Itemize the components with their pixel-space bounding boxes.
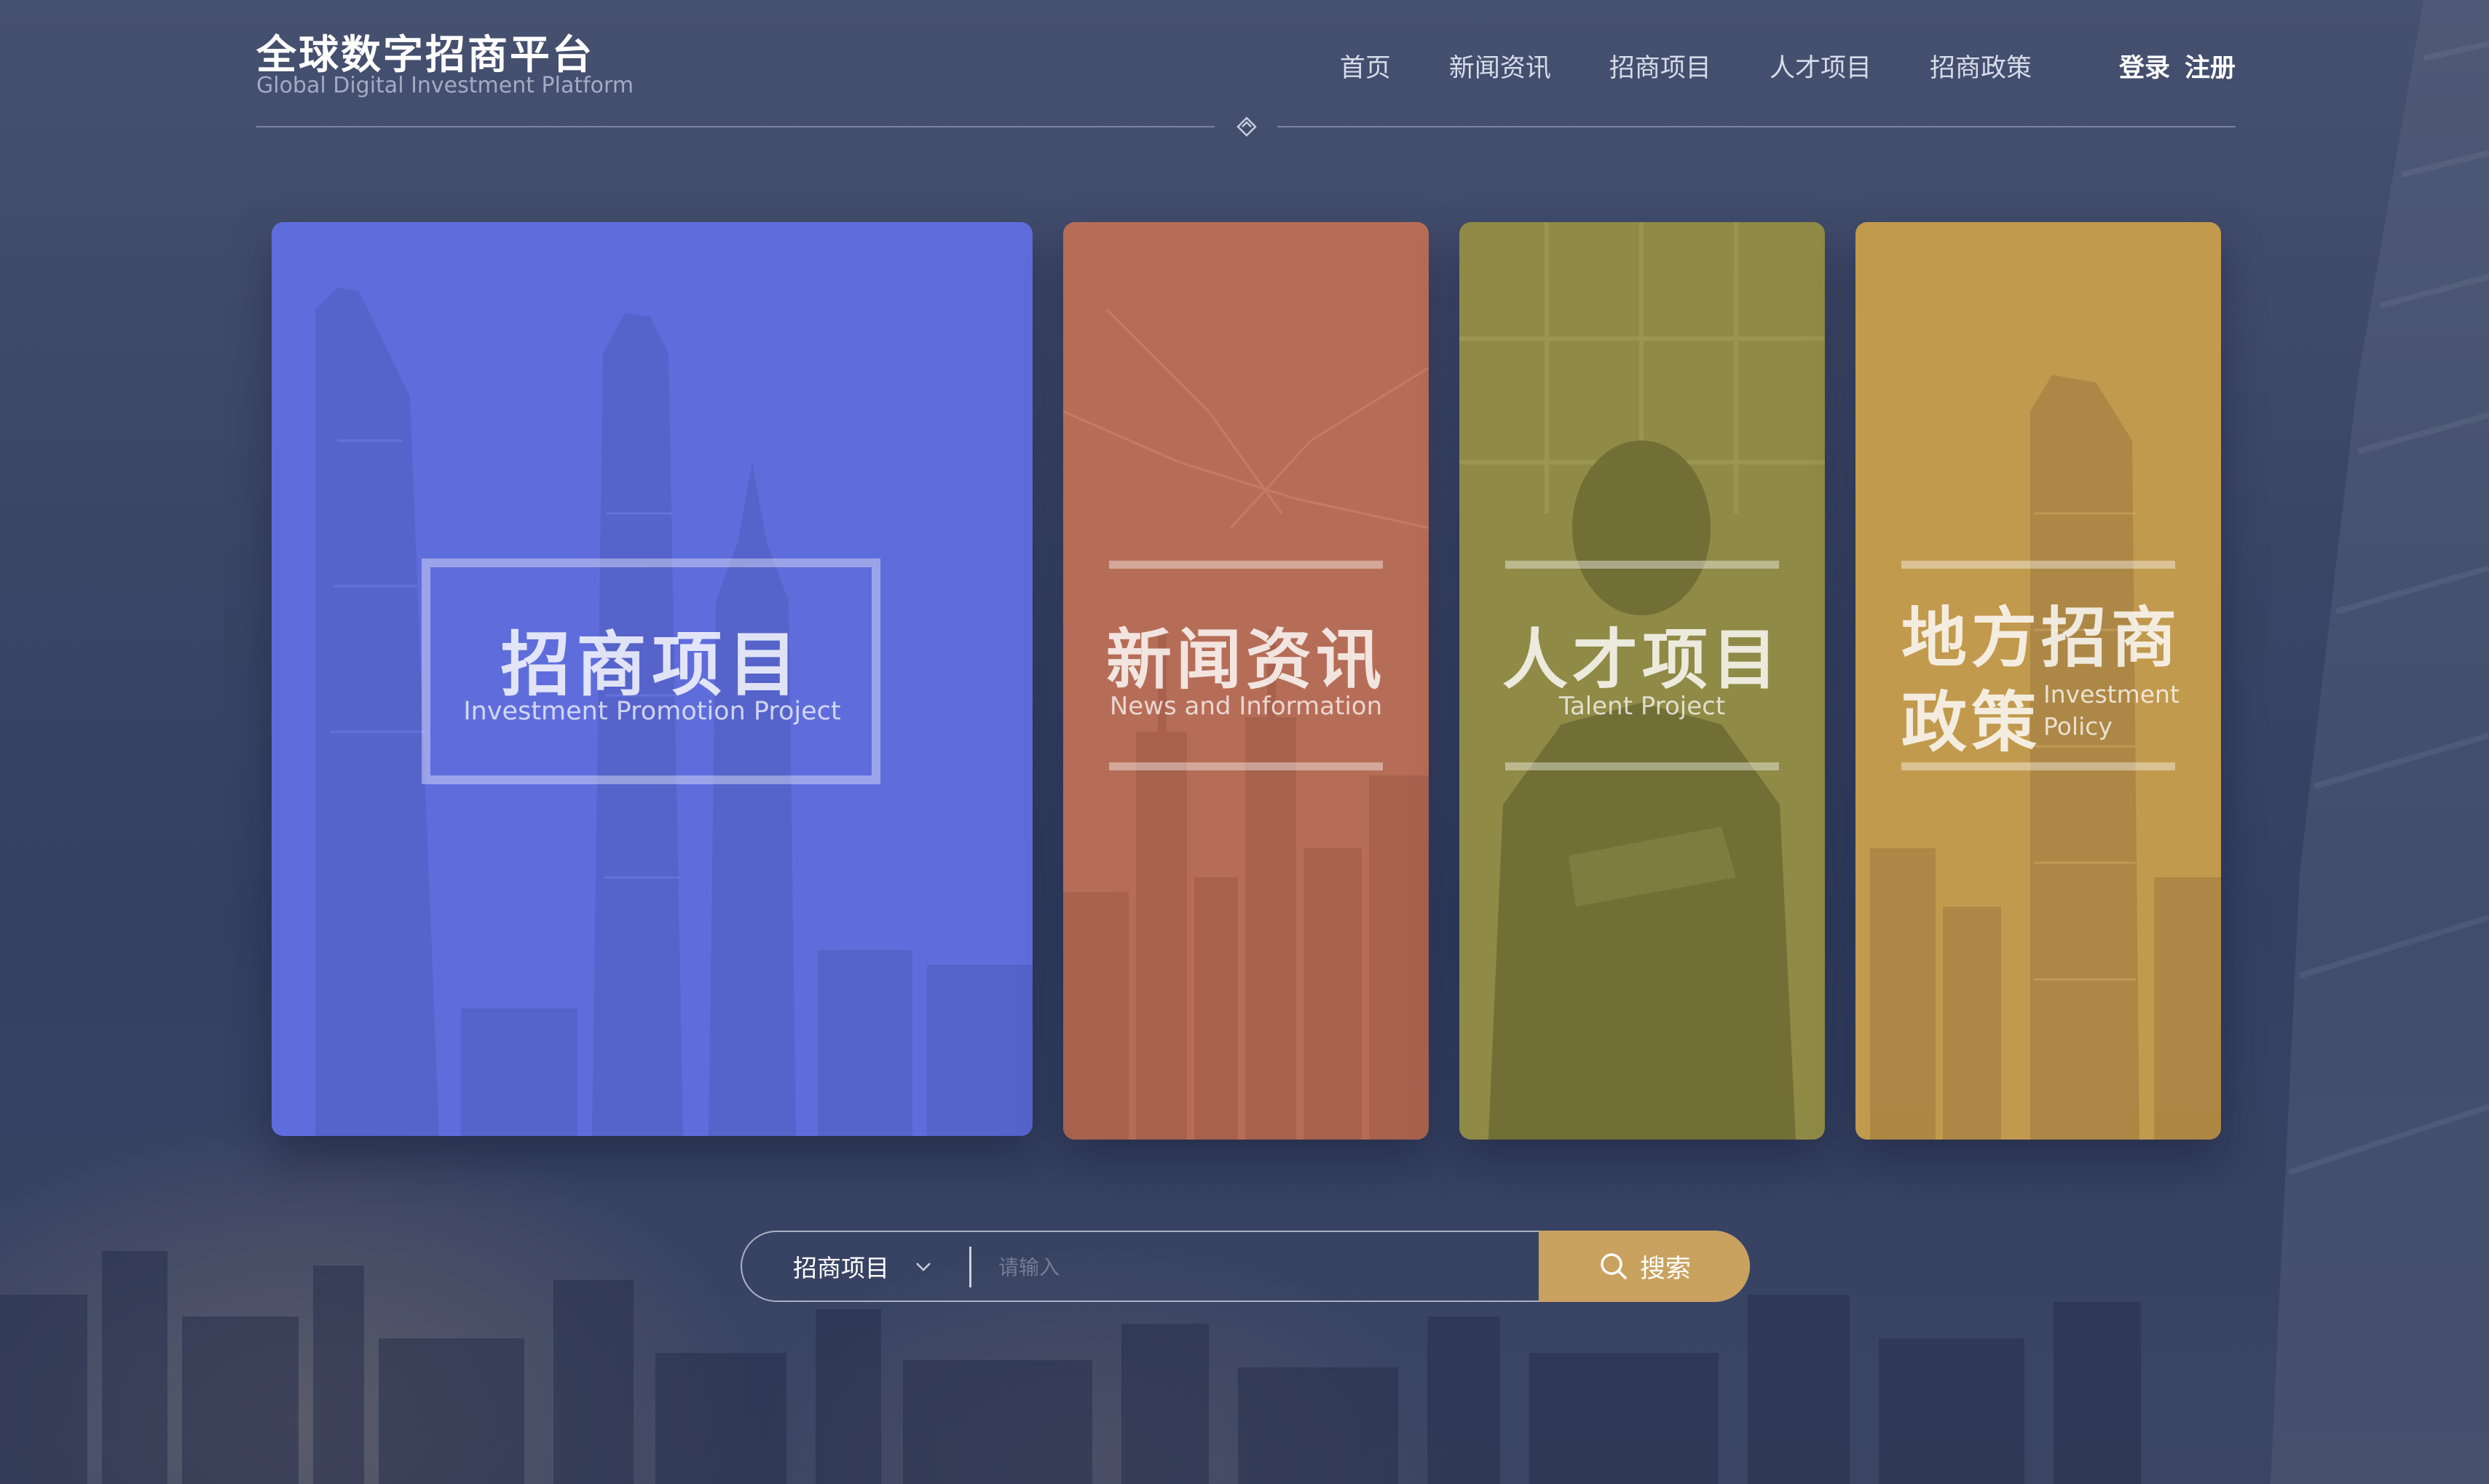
search-category-select[interactable]: 招商项目: [793, 1232, 936, 1301]
divider-bar-top: [1109, 561, 1383, 569]
card-subtitle: News and Information: [1109, 692, 1383, 721]
diamond-icon: [1236, 117, 1257, 137]
card-subtitle: Investment Promotion Project: [463, 697, 841, 726]
search-bar: 招商项目 搜索: [741, 1231, 1750, 1302]
search-button-label: 搜索: [1639, 1254, 1691, 1284]
search-input[interactable]: [997, 1244, 1539, 1290]
card-subtitle-line2: Policy: [2043, 712, 2113, 741]
header: 全球数字招商平台 Global Digital Investment Platf…: [256, 19, 2236, 137]
nav-item-talent-projects[interactable]: 人才项目: [1770, 47, 1871, 84]
chevron-down-icon: [916, 1263, 931, 1271]
card-subtitle-line1: Investment: [2043, 680, 2180, 709]
login-link[interactable]: 登录: [2119, 47, 2170, 84]
nav-item-investment-projects[interactable]: 招商项目: [1609, 47, 1711, 84]
card-title: 招商项目: [500, 624, 804, 706]
card-title: 人才项目: [1502, 622, 1782, 698]
brand-subtitle: Global Digital Investment Platform: [256, 73, 634, 98]
register-link[interactable]: 注册: [2185, 47, 2236, 84]
search-category-label: 招商项目: [793, 1254, 889, 1282]
main-nav: 首页 新闻资讯 招商项目 人才项目 招商政策 登录 注册: [1340, 44, 2236, 87]
divider-bar-top: [1901, 561, 2175, 569]
card-news[interactable]: 新闻资讯 News and Information: [1063, 222, 1429, 1140]
card-title-line1: 地方招商: [1901, 600, 2181, 676]
divider-bar-bottom: [1109, 762, 1383, 770]
search-separator: [969, 1247, 971, 1287]
card-title-line2: 政策: [1901, 684, 2041, 761]
divider-bar-bottom: [1901, 762, 2175, 770]
brand-title[interactable]: 全球数字招商平台: [256, 22, 594, 80]
divider-bar-bottom: [1505, 762, 1779, 770]
divider-bar-top: [1505, 561, 1779, 569]
card-subtitle: Investment Policy: [2043, 679, 2180, 743]
search-button[interactable]: 搜索: [1539, 1231, 1750, 1302]
card-title: 新闻资讯: [1106, 622, 1386, 698]
card-investment-project[interactable]: 招商项目 Investment Promotion Project: [272, 222, 1033, 1136]
card-local-policy[interactable]: 地方招商 政策 Investment Policy: [1855, 222, 2221, 1140]
search-icon: [1601, 1253, 1627, 1279]
nav-item-investment-policy[interactable]: 招商政策: [1930, 47, 2032, 84]
card-talent[interactable]: 人才项目 Talent Project: [1459, 222, 1825, 1140]
nav-item-home[interactable]: 首页: [1340, 47, 1391, 84]
card-subtitle: Talent Project: [1558, 692, 1726, 721]
header-divider-left: [256, 126, 1215, 127]
header-divider-right: [1277, 126, 2236, 127]
nav-item-news[interactable]: 新闻资讯: [1449, 47, 1551, 84]
